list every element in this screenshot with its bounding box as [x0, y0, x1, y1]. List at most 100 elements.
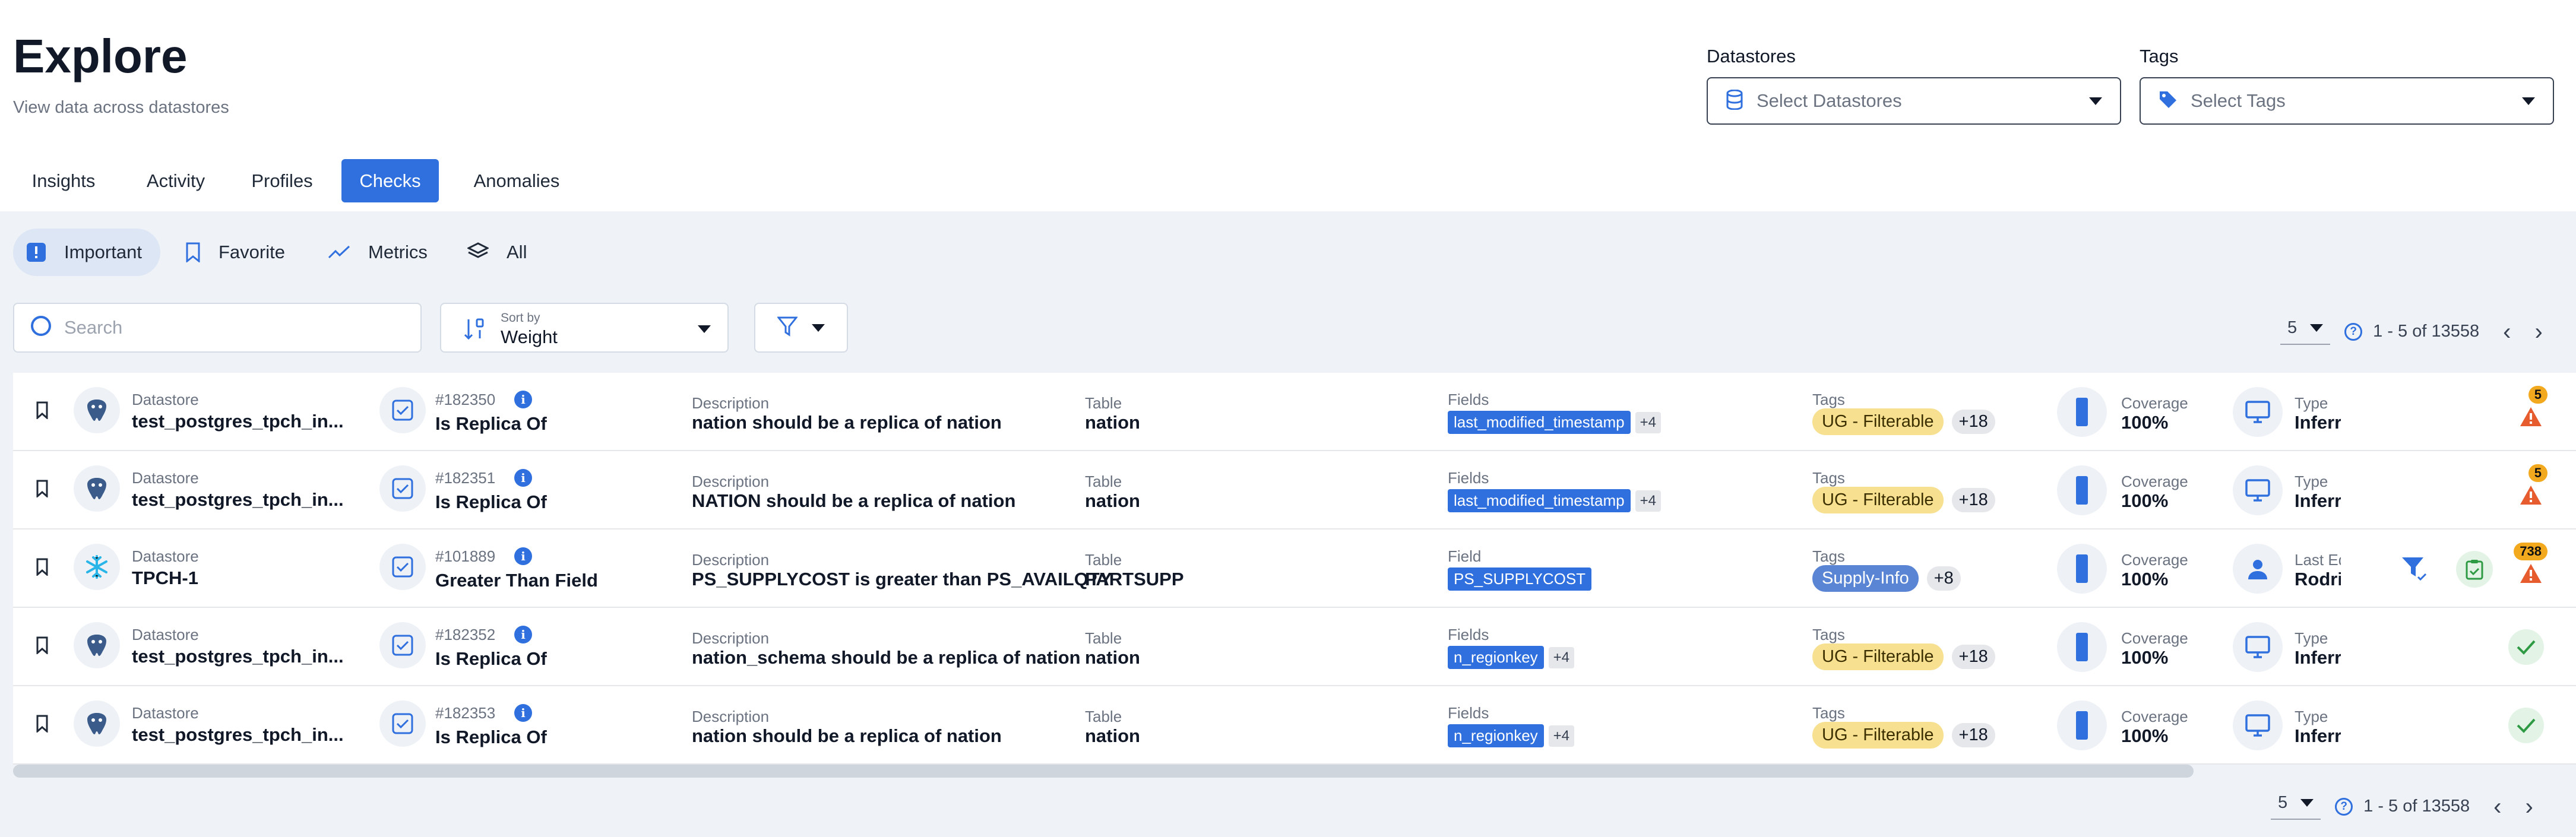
- next-page-icon[interactable]: ›: [2525, 795, 2533, 819]
- table-row[interactable]: Datastore test_postgres_tpch_in... #1823…: [13, 686, 2576, 765]
- check-icon: [379, 622, 426, 668]
- datastore-name[interactable]: test_postgres_tpch_in...: [132, 646, 344, 667]
- datastore-name[interactable]: test_postgres_tpch_in...: [132, 724, 344, 746]
- coverage-value: 100%: [2121, 412, 2169, 433]
- tag-more-badge[interactable]: +18: [1951, 723, 1995, 747]
- info-icon[interactable]: i: [514, 704, 532, 722]
- rule-type: Is Replica Of: [435, 648, 547, 669]
- info-icon[interactable]: i: [514, 547, 532, 565]
- table-row[interactable]: Datastore test_postgres_tpch_in... #1823…: [13, 373, 2576, 451]
- table-row[interactable]: Datastore TPCH-1 #101889 i Greater Than …: [13, 530, 2576, 608]
- datastores-select[interactable]: Select Datastores: [1707, 77, 2121, 125]
- filter-button[interactable]: [754, 303, 848, 353]
- help-icon[interactable]: ?: [2335, 797, 2353, 816]
- coverage-icon: [2057, 465, 2107, 515]
- postgres-icon: [74, 622, 120, 668]
- table-row[interactable]: Datastore test_postgres_tpch_in... #1823…: [13, 608, 2576, 686]
- sort-select[interactable]: Sort by Weight: [440, 303, 729, 353]
- help-icon[interactable]: ?: [2344, 322, 2363, 341]
- subtab-important[interactable]: Important: [13, 229, 160, 276]
- check-id: #182352: [435, 626, 496, 643]
- info-icon[interactable]: i: [514, 626, 532, 643]
- tag-chip[interactable]: UG - Filterable: [1812, 408, 1944, 435]
- page-range: 1 - 5 of 13558: [2373, 322, 2480, 341]
- table-caption: Table: [1085, 708, 1122, 725]
- coverage-caption: Coverage: [2121, 551, 2188, 569]
- datastore-name[interactable]: test_postgres_tpch_in...: [132, 411, 344, 432]
- field-more-badge[interactable]: +4: [1548, 646, 1575, 668]
- next-page-icon[interactable]: ›: [2534, 320, 2542, 344]
- bookmark-icon[interactable]: [36, 558, 49, 579]
- tab-insights[interactable]: Insights: [13, 159, 114, 202]
- anomaly-count-badge: 5: [2528, 386, 2547, 404]
- search-input[interactable]: Search: [13, 303, 422, 353]
- subtab-favorite-label: Favorite: [219, 242, 285, 262]
- page-size-select[interactable]: 5: [2271, 793, 2321, 820]
- tab-activity[interactable]: Activity: [132, 159, 220, 202]
- clipboard-check-icon[interactable]: [2456, 551, 2493, 588]
- type-value: Rodrig: [2295, 569, 2341, 589]
- datastores-label: Datastores: [1707, 46, 1796, 66]
- chevron-down-icon: [2089, 97, 2102, 105]
- subtab-all[interactable]: All: [454, 229, 543, 276]
- page-size-select[interactable]: 5: [2280, 318, 2331, 345]
- person-icon: [2233, 544, 2283, 594]
- tag-chip[interactable]: Supply-Info: [1812, 565, 1919, 592]
- bookmark-icon[interactable]: [36, 480, 49, 500]
- field-badge: n_regionkey: [1448, 724, 1544, 747]
- field-more-badge[interactable]: +4: [1635, 490, 1661, 512]
- tags-caption: Tags: [1812, 704, 1845, 722]
- field-badge: n_regionkey: [1448, 646, 1544, 669]
- tag-chip[interactable]: UG - Filterable: [1812, 643, 1944, 670]
- tag-more-badge[interactable]: +18: [1951, 488, 1995, 512]
- tags-group: UG - Filterable +18: [1812, 643, 1995, 670]
- table-row[interactable]: Datastore test_postgres_tpch_in... #1823…: [13, 451, 2576, 530]
- page-subtitle: View data across datastores: [13, 98, 229, 117]
- bookmark-icon[interactable]: [36, 636, 49, 657]
- type-value: Inferre: [2295, 647, 2341, 668]
- check-circle-icon[interactable]: [2477, 620, 2544, 673]
- info-icon[interactable]: i: [514, 469, 532, 487]
- chevron-down-icon: [2310, 324, 2324, 332]
- tags-label: Tags: [2140, 46, 2179, 66]
- tag-more-badge[interactable]: +8: [1926, 566, 1961, 591]
- tag-more-badge[interactable]: +18: [1951, 645, 1995, 669]
- datastore-caption: Datastore: [132, 391, 199, 408]
- coverage-value: 100%: [2121, 647, 2169, 668]
- prev-page-icon[interactable]: ‹: [2503, 320, 2511, 344]
- type-value: Inferre: [2295, 412, 2341, 433]
- datastore-name[interactable]: test_postgres_tpch_in...: [132, 489, 344, 511]
- tab-checks[interactable]: Checks: [341, 159, 439, 202]
- tab-anomalies[interactable]: Anomalies: [457, 159, 576, 202]
- datastore-name[interactable]: TPCH-1: [132, 567, 198, 589]
- horizontal-scrollbar[interactable]: [13, 765, 2194, 778]
- bookmark-icon[interactable]: [36, 715, 49, 735]
- subtab-metrics[interactable]: Metrics: [315, 229, 451, 276]
- field-more-badge[interactable]: +4: [1635, 411, 1661, 433]
- datastores-placeholder: Select Datastores: [1757, 90, 1902, 111]
- filter-check-icon[interactable]: [2400, 554, 2429, 586]
- warning-icon[interactable]: 5: [2477, 385, 2547, 438]
- tags-select[interactable]: Select Tags: [2140, 77, 2554, 125]
- field-more-badge[interactable]: +4: [1548, 725, 1575, 747]
- type-caption: Type: [2295, 708, 2328, 725]
- description-caption: Description: [692, 708, 770, 725]
- tab-profiles[interactable]: Profiles: [238, 159, 327, 202]
- page-size-value: 5: [2278, 793, 2288, 812]
- check-id: #101889: [435, 547, 496, 565]
- check-icon: [379, 700, 426, 747]
- check-circle-icon[interactable]: [2477, 698, 2544, 752]
- check-id: #182351: [435, 469, 496, 487]
- datastore-caption: Datastore: [132, 704, 199, 722]
- tag-chip[interactable]: UG - Filterable: [1812, 722, 1944, 749]
- tag-chip[interactable]: UG - Filterable: [1812, 487, 1944, 513]
- warning-icon[interactable]: 5: [2477, 463, 2547, 516]
- bookmark-icon[interactable]: [36, 401, 49, 422]
- info-icon[interactable]: i: [514, 391, 532, 408]
- prev-page-icon[interactable]: ‹: [2493, 795, 2501, 819]
- subtab-favorite[interactable]: Favorite: [172, 229, 309, 276]
- tag-more-badge[interactable]: +18: [1951, 410, 1995, 434]
- rule-type: Is Replica Of: [435, 492, 547, 512]
- pagination-bottom: 5 ? 1 - 5 of 13558 ‹ ›: [2271, 793, 2533, 820]
- fields-group: last_modified_timestamp +4: [1448, 411, 1661, 434]
